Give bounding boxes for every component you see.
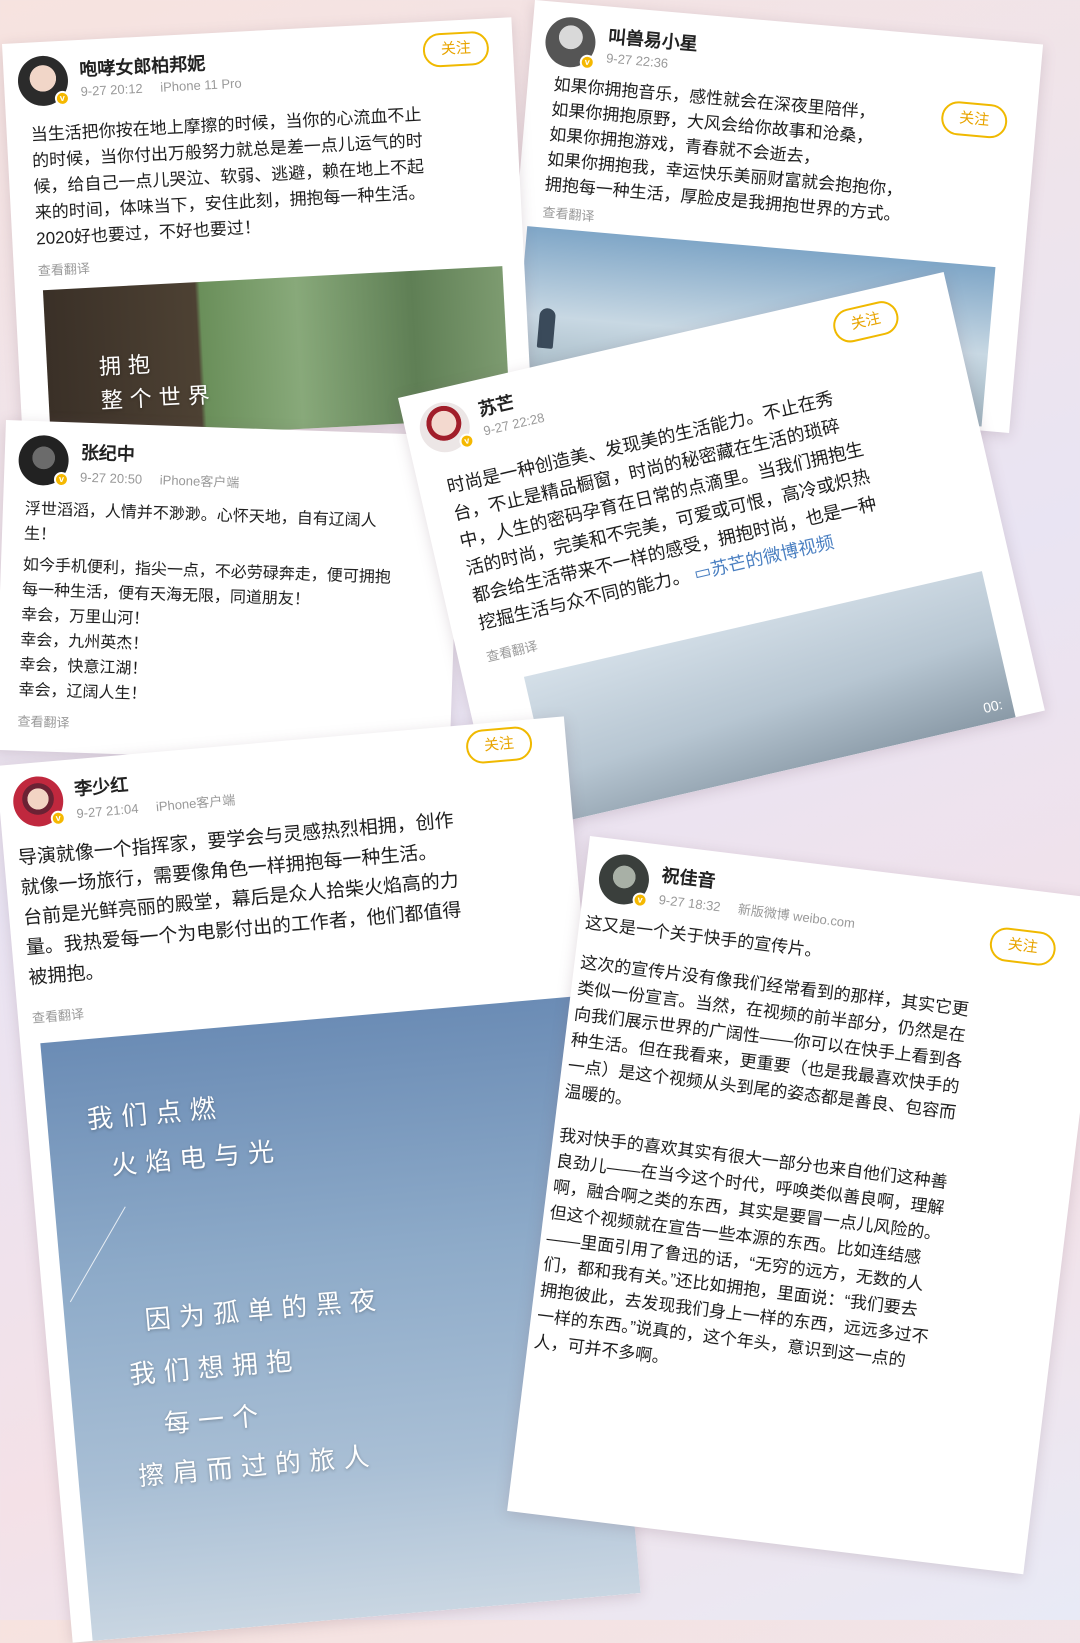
translate-link[interactable]: 查看翻译 — [37, 258, 91, 280]
poem-line: 因 为 孤 单 的 黑 夜 — [143, 1286, 377, 1337]
verified-badge-icon: v — [50, 810, 67, 827]
verified-badge-icon: v — [457, 432, 476, 451]
username[interactable]: 祝佳音 — [660, 861, 717, 893]
post-card-baibangni: v 咆哮女郎柏邦妮 9-27 20:12 iPhone 11 Pro 关注 当生… — [2, 17, 533, 444]
username[interactable]: 咆哮女郎柏邦妮 — [79, 49, 206, 82]
translate-link[interactable]: 查看翻译 — [17, 711, 70, 732]
username[interactable]: 李少红 — [73, 771, 129, 802]
video-duration: 00: — [981, 696, 1005, 717]
post-device: iPhone 11 Pro — [159, 75, 242, 95]
follow-button[interactable]: 关注 — [422, 30, 490, 68]
post-body: 这又是一个关于快手的宣传片。 这次的宣传片没有像我们经常看到的那样，其实它更 类… — [532, 910, 1053, 1412]
post-header: v 张纪中 9-27 20:50 iPhone客户端 — [17, 434, 447, 505]
poem-line: 火 焰 电 与 光 — [110, 1137, 276, 1182]
post-time: 9-27 20:12 — [80, 80, 144, 99]
username[interactable]: 张纪中 — [80, 439, 136, 467]
translate-link[interactable]: 查看翻译 — [484, 635, 539, 665]
poem-line: 我 们 想 拥 抱 — [128, 1346, 294, 1391]
post-device: iPhone客户端 — [155, 792, 236, 815]
post-time: 9-27 22:36 — [605, 50, 669, 71]
verified-badge-icon: v — [631, 891, 649, 909]
post-time: 9-27 20:50 — [79, 469, 143, 487]
slash-divider — [69, 1206, 126, 1303]
post-card-zhujiayin: v 祝佳音 9-27 18:32 新版微博 weibo.com 关注 这又是一个… — [507, 836, 1080, 1575]
image-text: 拥 抱 — [98, 352, 151, 381]
translate-link[interactable]: 查看翻译 — [542, 202, 595, 225]
post-card-zhangjizhong: v 张纪中 9-27 20:50 iPhone客户端 浮世滔滔，人情并不渺渺。心… — [0, 420, 461, 766]
post-time: 9-27 18:32 — [657, 891, 722, 915]
translate-link[interactable]: 查看翻译 — [31, 1003, 84, 1026]
post-meta: 9-27 20:50 iPhone客户端 — [80, 467, 254, 492]
verified-badge-icon: v — [53, 471, 70, 488]
post-device: 新版微博 weibo.com — [737, 901, 856, 931]
post-body: 浮世滔滔，人情并不渺渺。心怀天地，自有辽阔人 生！ 如今手机便利，指尖一点，不必… — [18, 497, 455, 718]
verified-badge-icon: v — [54, 90, 71, 107]
poem-line: 擦 肩 而 过 的 旅 人 — [137, 1442, 371, 1493]
verified-badge-icon: v — [579, 54, 596, 71]
image-text: 整 个 世 界 — [100, 383, 211, 415]
person-figure — [536, 307, 557, 349]
post-body: 当生活把你按在地上摩擦的时候，当你的心流血不止 的时候，当你付出万般努力就总是差… — [30, 98, 506, 252]
post-time: 9-27 21:04 — [75, 800, 140, 822]
poem-line: 我 们 点 燃 — [85, 1094, 217, 1136]
poem-line: 每 一 个 — [162, 1401, 260, 1440]
post-device: iPhone客户端 — [159, 472, 240, 491]
